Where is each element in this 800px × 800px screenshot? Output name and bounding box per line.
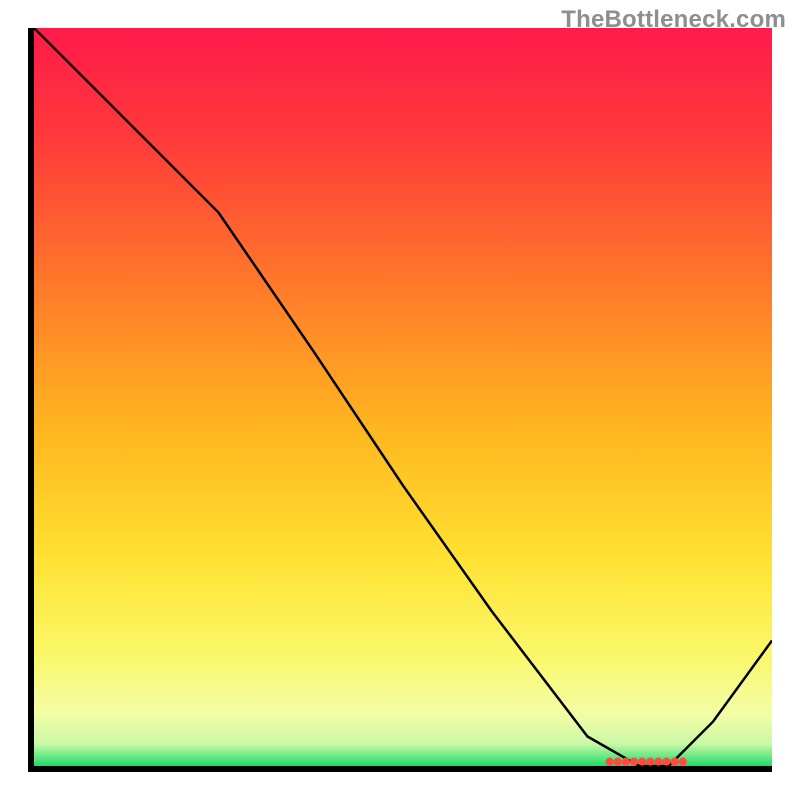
curve-layer bbox=[34, 28, 772, 766]
plot-frame bbox=[28, 28, 772, 772]
minimum-marker-dot bbox=[646, 758, 654, 766]
minimum-marker-dot bbox=[662, 758, 670, 766]
minimum-marker-dot bbox=[622, 758, 630, 766]
minimum-marker-dot bbox=[630, 758, 638, 766]
minimum-marker-dot bbox=[679, 758, 687, 766]
chart-container: TheBottleneck.com bbox=[0, 0, 800, 800]
minimum-marker-dot bbox=[638, 758, 646, 766]
minimum-marker bbox=[606, 758, 687, 766]
minimum-marker-dot bbox=[614, 758, 622, 766]
minimum-marker-dot bbox=[606, 758, 614, 766]
bottleneck-curve bbox=[34, 28, 772, 766]
minimum-marker-dot bbox=[654, 758, 662, 766]
minimum-marker-dot bbox=[671, 758, 679, 766]
